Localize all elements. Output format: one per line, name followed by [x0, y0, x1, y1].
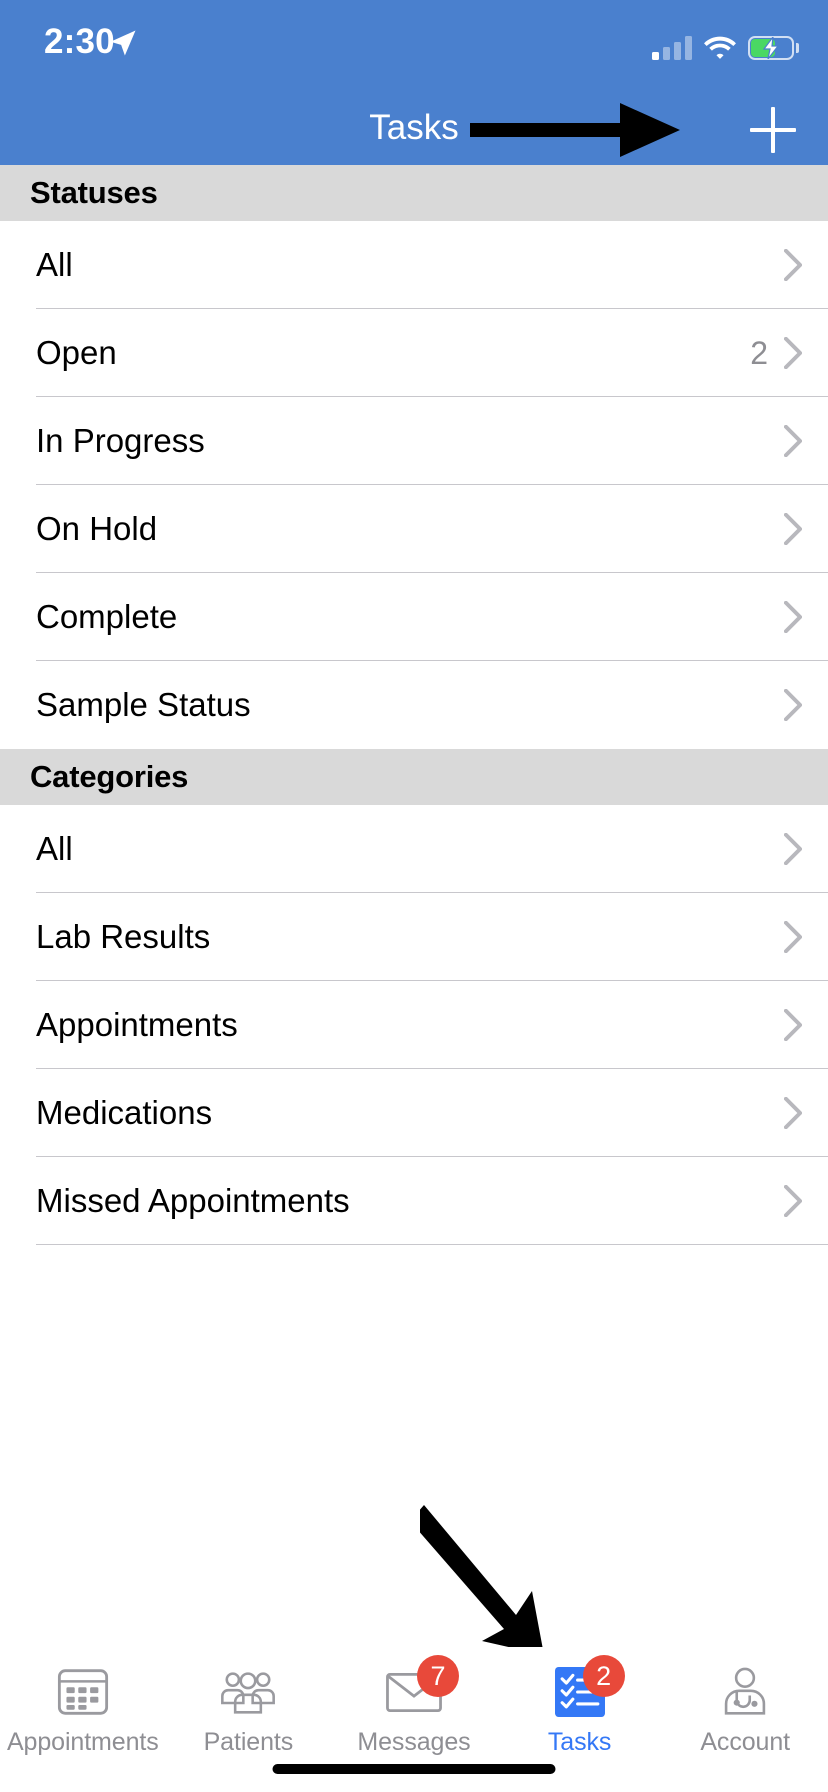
add-task-button[interactable]	[742, 102, 804, 158]
list-item-label: Medications	[36, 1094, 213, 1131]
section-header-categories: Categories	[0, 749, 828, 805]
row-separator	[36, 1244, 828, 1245]
list-item-label: Missed Appointments	[36, 1182, 350, 1219]
list-item-label: In Progress	[36, 422, 205, 459]
chevron-right-icon	[784, 833, 802, 865]
list-item[interactable]: Missed Appointments	[0, 1157, 828, 1245]
checklist-icon: 2	[549, 1655, 625, 1723]
list-item[interactable]: Sample Status	[0, 661, 828, 749]
list-item-accessory	[784, 661, 802, 749]
list-item-accessory	[784, 485, 802, 573]
wifi-icon	[704, 36, 736, 59]
page-title: Tasks	[369, 108, 459, 147]
envelope-icon: 7	[383, 1655, 459, 1723]
list-item[interactable]: Medications	[0, 1069, 828, 1157]
calendar-icon	[52, 1661, 114, 1723]
tab-label: Messages	[357, 1728, 471, 1756]
battery-charging-icon	[748, 36, 799, 60]
status-bar-time: 2:30	[44, 22, 115, 61]
list-item-label: Appointments	[36, 1006, 238, 1043]
list-item-accessory: 2	[750, 309, 802, 397]
chevron-right-icon	[784, 1009, 802, 1041]
tasks-badge: 2	[582, 1655, 625, 1697]
phone-screen: 2:30 Tasks Statuses All Open 2 In Progre…	[0, 0, 828, 1792]
list-item-accessory	[784, 573, 802, 661]
list-item-label: All	[36, 246, 73, 283]
categories-rows: All Lab Results Appointments Medications…	[0, 805, 828, 1245]
cellular-signal-icon	[652, 36, 692, 60]
chevron-right-icon	[784, 1185, 802, 1217]
chevron-right-icon	[784, 513, 802, 545]
status-bar: 2:30	[0, 0, 828, 92]
chevron-right-icon	[784, 425, 802, 457]
arrow-to-tasks-tab	[420, 1505, 544, 1655]
chevron-right-icon	[784, 601, 802, 633]
list-item-accessory	[784, 893, 802, 981]
tab-label: Appointments	[6, 1728, 159, 1756]
location-arrow-icon	[110, 30, 136, 56]
list-item-accessory	[784, 221, 802, 309]
home-indicator	[272, 1764, 556, 1774]
list-item-accessory	[784, 981, 802, 1069]
list-item-label: Complete	[36, 598, 178, 635]
list-item[interactable]: On Hold	[0, 485, 828, 573]
list-item-label: On Hold	[36, 510, 158, 547]
navigation-bar: Tasks	[0, 92, 828, 165]
tab-account[interactable]: Account	[662, 1647, 828, 1792]
status-bar-indicators	[652, 26, 799, 60]
charging-bolt-icon	[762, 37, 780, 59]
tab-label: Tasks	[547, 1728, 612, 1756]
section-header-statuses: Statuses	[0, 165, 828, 221]
filter-list: Statuses All Open 2 In Progress On Hold …	[0, 165, 828, 1245]
statuses-rows: All Open 2 In Progress On Hold Complete …	[0, 221, 828, 749]
chevron-right-icon	[784, 921, 802, 953]
list-item[interactable]: Lab Results	[0, 893, 828, 981]
chevron-right-icon	[784, 689, 802, 721]
list-item-accessory	[784, 1157, 802, 1245]
doctor-stethoscope-icon	[714, 1661, 776, 1723]
chevron-right-icon	[784, 1097, 802, 1129]
tab-label: Account	[700, 1728, 790, 1756]
section-header-label: Categories	[30, 759, 189, 794]
tab-label: Patients	[203, 1728, 294, 1756]
list-item-accessory	[784, 397, 802, 485]
list-item-label: Open	[36, 334, 117, 371]
list-item-accessory	[784, 1069, 802, 1157]
chevron-right-icon	[784, 249, 802, 281]
section-header-label: Statuses	[30, 175, 158, 210]
list-item[interactable]: All	[0, 221, 828, 309]
list-item-label: Sample Status	[36, 686, 251, 723]
list-item[interactable]: Open 2	[0, 309, 828, 397]
list-item-accessory	[784, 805, 802, 893]
list-item-label: Lab Results	[36, 918, 211, 955]
messages-badge: 7	[416, 1655, 459, 1697]
list-item[interactable]: Complete	[0, 573, 828, 661]
list-item[interactable]: In Progress	[0, 397, 828, 485]
list-item-count: 2	[750, 334, 768, 371]
people-group-icon	[217, 1661, 279, 1723]
list-item[interactable]: All	[0, 805, 828, 893]
list-item[interactable]: Appointments	[0, 981, 828, 1069]
list-item-label: All	[36, 830, 73, 867]
tab-appointments[interactable]: Appointments	[0, 1647, 166, 1792]
chevron-right-icon	[784, 337, 802, 369]
